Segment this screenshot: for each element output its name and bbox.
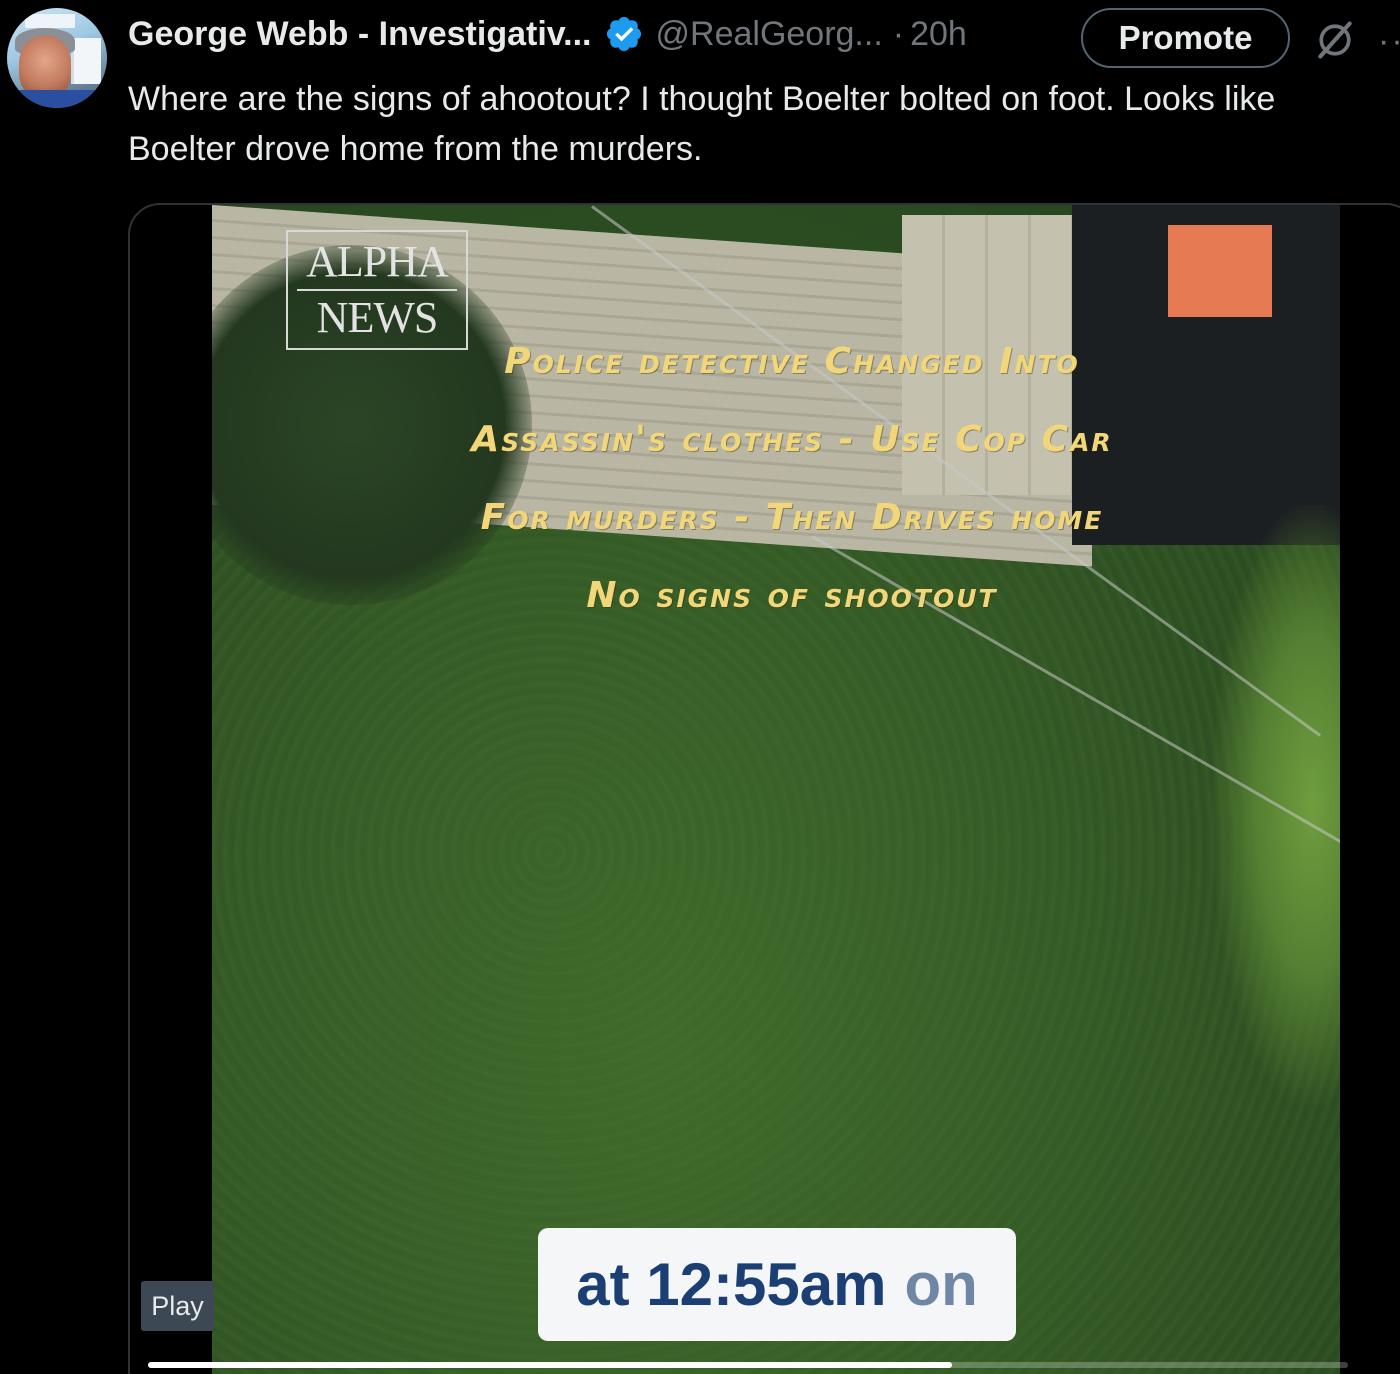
- author-name[interactable]: George Webb - Investigativ...: [128, 15, 592, 54]
- overlay-line: For murders - Then Drives home: [480, 497, 1104, 538]
- avatar-sign: [25, 14, 75, 28]
- verified-badge-icon: [606, 16, 641, 52]
- logo-divider: [297, 289, 457, 291]
- tweet-timestamp[interactable]: 20h: [910, 15, 967, 54]
- overlay-line: No signs of shootout: [586, 575, 998, 616]
- avatar-face: [19, 36, 71, 98]
- overlay-line: Police detective Changed Into: [504, 341, 1080, 382]
- video-progress-fill: [148, 1362, 952, 1368]
- tweet-text: Where are the signs of ahootout? I thoug…: [128, 80, 1276, 168]
- play-button[interactable]: Play: [141, 1281, 214, 1331]
- video-overlay-text: Police detective Changed Into Assassin's…: [362, 323, 1222, 635]
- lit-window: [1168, 225, 1272, 317]
- logo-line-1: ALPHA: [306, 237, 449, 286]
- author-handle[interactable]: @RealGeorg...: [656, 15, 883, 54]
- separator-dot: ·: [892, 14, 905, 53]
- video-card[interactable]: ALPHA NEWS Police detective Changed Into…: [128, 203, 1400, 1374]
- overlay-line: Assassin's clothes - Use Cop Car: [471, 419, 1113, 460]
- video-progress-bar[interactable]: [148, 1362, 1348, 1368]
- video-frame[interactable]: ALPHA NEWS Police detective Changed Into…: [212, 205, 1340, 1374]
- more-icon[interactable]: ··: [1378, 22, 1400, 61]
- grok-icon[interactable]: [1313, 18, 1357, 62]
- tweet-header: George Webb - Investigativ... @RealGeorg…: [128, 8, 967, 60]
- promote-button[interactable]: Promote: [1081, 8, 1290, 68]
- video-caption: at 12:55am on: [538, 1228, 1016, 1341]
- caption-trailing: on: [904, 1251, 978, 1318]
- avatar-shirt: [7, 90, 107, 108]
- caption-time: at 12:55am: [576, 1251, 887, 1318]
- author-avatar[interactable]: [7, 8, 107, 108]
- avatar-building: [71, 38, 101, 84]
